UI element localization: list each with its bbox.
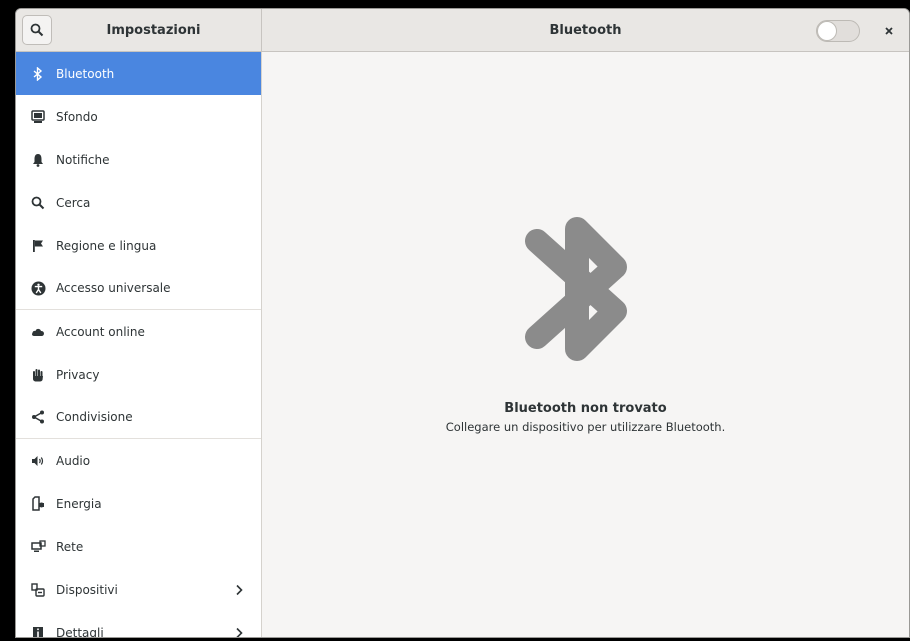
sidebar-item-label: Dettagli: [56, 625, 104, 638]
search-button[interactable]: [22, 15, 52, 45]
share-icon: [30, 409, 46, 425]
bell-icon: [30, 152, 46, 168]
sidebar-item-label: Sfondo: [56, 109, 98, 124]
speaker-icon: [30, 453, 46, 469]
sidebar-item-regione-e-lingua[interactable]: Regione e lingua: [16, 224, 261, 267]
sidebar-item-cerca[interactable]: Cerca: [16, 181, 261, 224]
sidebar-item-label: Bluetooth: [56, 66, 115, 81]
sidebar-item-energia[interactable]: Energia: [16, 482, 261, 525]
sidebar-item-label: Account online: [56, 324, 145, 339]
sidebar-header: Impostazioni: [16, 9, 262, 51]
sidebar-item-rete[interactable]: Rete: [16, 525, 261, 568]
empty-state-subtitle: Collegare un dispositivo per utilizzare …: [445, 420, 726, 434]
sidebar-item-dispositivi[interactable]: Dispositivi: [16, 568, 261, 611]
battery-icon: [30, 496, 46, 512]
sidebar-item-label: Accesso universale: [56, 281, 171, 295]
app-title: Impostazioni: [106, 23, 201, 38]
sidebar-item-label: Notifiche: [56, 152, 110, 167]
background-icon: [30, 109, 46, 125]
header-bar: Impostazioni Bluetooth: [16, 9, 909, 52]
sidebar-item-sfondo[interactable]: Sfondo: [16, 95, 261, 138]
content-header: Bluetooth: [262, 9, 909, 51]
sidebar: Bluetooth Sfondo Notifiche Cerca Regione: [16, 52, 262, 637]
sidebar-item-label: Condivisione: [56, 410, 133, 424]
bluetooth-icon: [30, 66, 46, 82]
search-icon: [30, 195, 46, 211]
page-title: Bluetooth: [549, 23, 622, 38]
sidebar-item-label: Privacy: [56, 367, 100, 382]
desktop-edge-mark: [0, 288, 10, 291]
chevron-right-icon: [235, 627, 243, 637]
flag-icon: [30, 238, 46, 254]
desktop-edge-mark: [0, 76, 10, 79]
close-icon: [885, 27, 893, 35]
close-button[interactable]: [877, 19, 901, 43]
sidebar-item-privacy[interactable]: Privacy: [16, 353, 261, 396]
toggle-knob: [817, 21, 837, 41]
cloud-icon: [30, 324, 46, 340]
devices-icon: [30, 582, 46, 598]
sidebar-item-account-online[interactable]: Account online: [16, 310, 261, 353]
info-icon: [30, 625, 46, 637]
sidebar-item-label: Cerca: [56, 195, 91, 210]
search-icon: [30, 23, 44, 37]
sidebar-item-label: Dispositivi: [56, 582, 118, 597]
network-icon: [30, 539, 46, 555]
accessibility-icon: [30, 280, 46, 296]
chevron-right-icon: [235, 584, 243, 596]
sidebar-item-label: Audio: [56, 453, 91, 468]
desktop-edge-mark: [0, 478, 10, 481]
bluetooth-large-icon: [525, 217, 627, 361]
hand-icon: [30, 367, 46, 383]
content-area: Bluetooth non trovato Collegare un dispo…: [262, 52, 909, 637]
sidebar-item-dettagli[interactable]: Dettagli: [16, 611, 261, 637]
sidebar-item-bluetooth[interactable]: Bluetooth: [16, 52, 261, 95]
sidebar-item-accesso-universale[interactable]: Accesso universale: [16, 267, 261, 310]
sidebar-item-audio[interactable]: Audio: [16, 439, 261, 482]
empty-state-title: Bluetooth non trovato: [504, 401, 667, 416]
sidebar-item-notifiche[interactable]: Notifiche: [16, 138, 261, 181]
sidebar-item-label: Energia: [56, 496, 102, 511]
desktop-edge-mark: [0, 413, 10, 416]
sidebar-item-condivisione[interactable]: Condivisione: [16, 396, 261, 439]
settings-window: Impostazioni Bluetooth Bluetooth Sfondo …: [15, 8, 910, 638]
sidebar-item-label: Rete: [56, 539, 84, 554]
sidebar-item-label: Regione e lingua: [56, 238, 157, 253]
bluetooth-toggle[interactable]: [816, 20, 860, 42]
